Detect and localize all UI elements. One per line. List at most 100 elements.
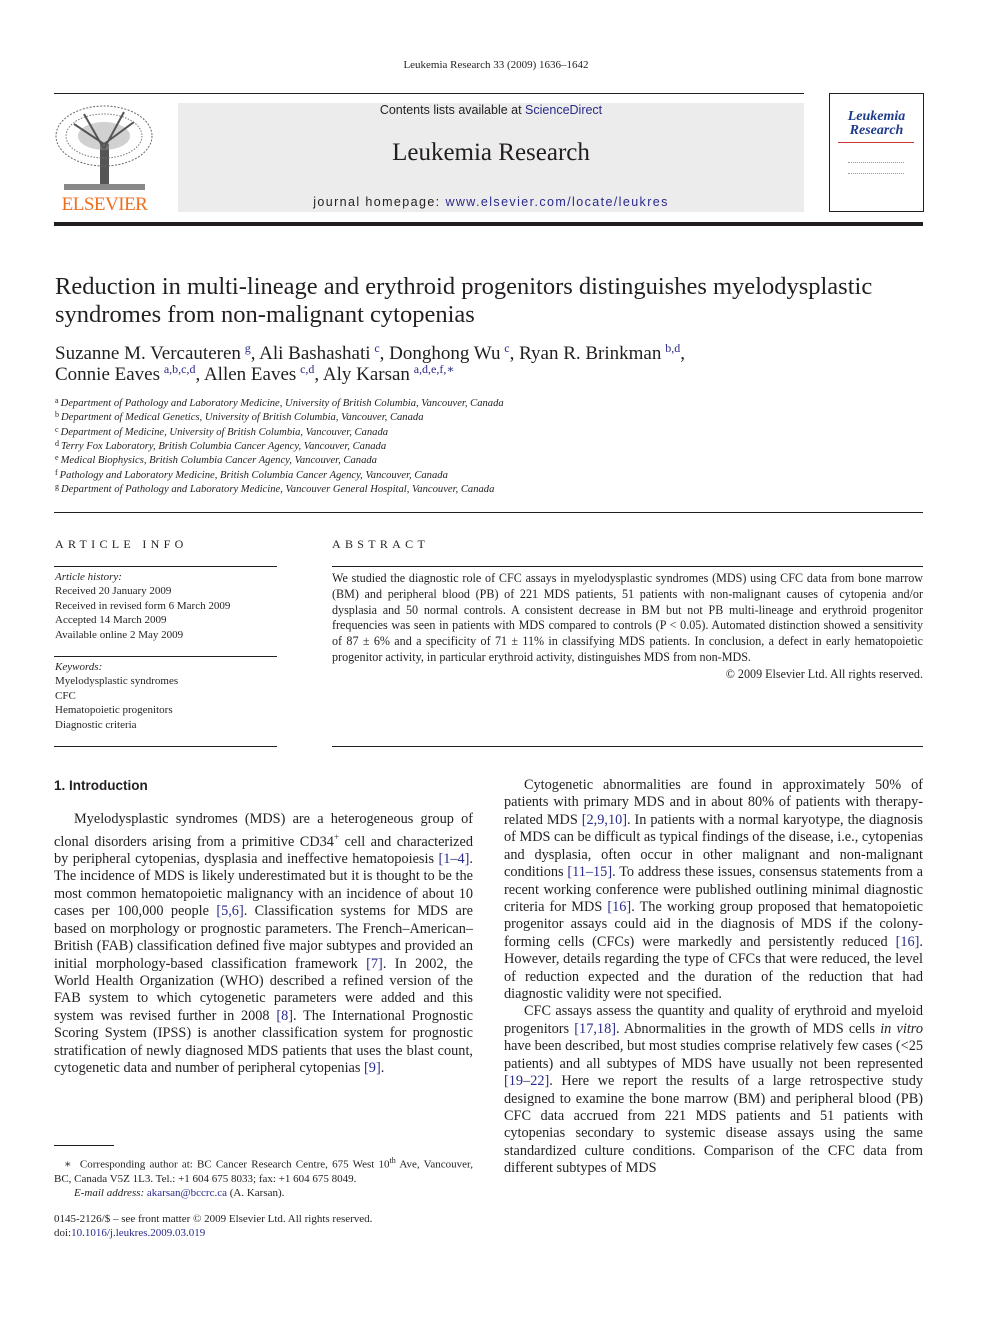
text-run: have been described, but most studies co… xyxy=(504,1038,923,1072)
author-affiliation-marks[interactable]: a,b,c,d xyxy=(164,362,196,376)
abstract-heading: ABSTRACT xyxy=(332,537,430,551)
paragraph: Myelodysplastic syndromes (MDS) are a he… xyxy=(54,811,473,1077)
keywords: Keywords: Myelodysplastic syndromes CFC He… xyxy=(55,660,277,732)
citation-link[interactable]: [9] xyxy=(364,1060,381,1076)
citation-link[interactable]: [16] xyxy=(607,899,631,915)
affiliation: d Terry Fox Laboratory, British Columbia … xyxy=(55,440,755,454)
affiliation: e Medical Biophysics, British Columbia Ca… xyxy=(55,454,755,468)
footnote: ∗ Corresponding author at: BC Cancer Res… xyxy=(54,1154,473,1200)
affiliation-key: b xyxy=(55,410,59,420)
author-separator: , xyxy=(509,343,520,364)
text-run: . Abnormalities in the growth of MDS cel… xyxy=(616,1020,881,1037)
section-heading-introduction: 1. Introduction xyxy=(54,778,148,793)
citation-link[interactable]: [8] xyxy=(276,1008,293,1024)
body-column-left: 1. Introduction Myelodysplastic syndrome… xyxy=(54,777,473,1078)
affiliation-text: Terry Fox Laboratory, British Columbia C… xyxy=(61,441,387,453)
divider xyxy=(54,656,277,657)
affiliation: a Department of Pathology and Laboratory … xyxy=(55,397,755,411)
affiliation-text: Pathology and Laboratory Medicine, Briti… xyxy=(59,469,448,481)
history-item: Accepted 14 March 2009 xyxy=(55,614,167,627)
abstract-text: We studied the diagnostic role of CFC as… xyxy=(332,571,923,664)
author-separator: , xyxy=(314,364,323,385)
author-name[interactable]: Connie Eaves xyxy=(55,364,160,385)
affiliation-text: Department of Medicine, University of Br… xyxy=(60,426,389,438)
doi-label: doi: xyxy=(54,1227,72,1239)
author-separator: , xyxy=(195,364,204,385)
article-history: Article history: Received 20 January 200… xyxy=(55,570,277,642)
homepage-line: journal homepage: www.elsevier.com/locat… xyxy=(178,195,804,209)
author-separator: , xyxy=(680,343,685,364)
doi-link[interactable]: 10.1016/j.leukres.2009.03.019 xyxy=(71,1227,205,1239)
affiliation-text: Medical Biophysics, British Columbia Can… xyxy=(60,455,377,467)
front-matter-text: 0145-2126/$ – see front matter © 2009 El… xyxy=(54,1213,373,1225)
history-item: Received in revised form 6 March 2009 xyxy=(55,599,231,612)
header-rule xyxy=(54,93,804,94)
author-affiliation-marks[interactable]: b,d xyxy=(665,341,680,355)
front-matter: 0145-2126/$ – see front matter © 2009 El… xyxy=(54,1212,504,1240)
author-separator: , xyxy=(379,343,390,364)
running-head: Leukemia Research 33 (2009) 1636–1642 xyxy=(403,59,589,71)
affiliation: f Pathology and Laboratory Medicine, Brit… xyxy=(55,467,755,483)
elsevier-logo: ELSEVIER xyxy=(54,104,155,216)
abstract-copyright: © 2009 Elsevier Ltd. All rights reserved… xyxy=(725,666,923,681)
tree-icon xyxy=(55,105,153,190)
citation-link[interactable]: [11–15] xyxy=(567,864,612,880)
author-list: Suzanne M. Vercauteren g, Ali Bashashati… xyxy=(55,341,915,385)
affiliation-key: a xyxy=(55,396,59,405)
footnote-marker: ∗ xyxy=(64,1158,72,1171)
cover-title: Leukemia Research xyxy=(847,109,906,138)
affiliation-text: Department of Pathology and Laboratory M… xyxy=(60,398,504,409)
text-run: . Here we report the results of a large … xyxy=(504,1073,923,1177)
contents-prefix: Contents lists available at xyxy=(379,103,526,117)
body-column-right: Cytogenetic abnormalities are found in a… xyxy=(504,777,923,1178)
homepage-link[interactable]: www.elsevier.com/locate/leukres xyxy=(445,195,668,209)
citation-link[interactable]: [5,6] xyxy=(216,903,243,919)
email-link[interactable]: akarsan@bccrc.ca xyxy=(147,1187,227,1199)
contents-line: Contents lists available at ScienceDirec… xyxy=(178,103,804,117)
citation-link[interactable]: [1–4] xyxy=(438,851,469,867)
corresponding-author: Corresponding author at: BC Cancer Resea… xyxy=(79,1158,390,1171)
email-label: E-mail address: xyxy=(74,1186,145,1199)
author-name[interactable]: Ali Bashashati xyxy=(259,343,370,364)
keyword: Diagnostic criteria xyxy=(55,718,137,731)
affiliation-text: Department of Medical Genetics, Universi… xyxy=(61,412,424,424)
author-separator: , xyxy=(250,343,260,364)
citation-link[interactable]: [19–22] xyxy=(504,1073,549,1089)
footnote-rule xyxy=(54,1145,114,1146)
affiliation: b Department of Medical Genetics, Univers… xyxy=(55,411,755,425)
history-item: Received 20 January 2009 xyxy=(55,585,172,598)
article-info-heading: ARTICLE INFO xyxy=(55,537,188,551)
journal-title: Leukemia Research xyxy=(392,139,590,166)
affiliation-key: e xyxy=(55,453,59,463)
journal-cover: Leukemia Research xyxy=(829,93,924,212)
keyword: Myelodysplastic syndromes xyxy=(55,675,179,688)
author-name[interactable]: Donghong Wu xyxy=(389,343,500,364)
history-label: Article history: xyxy=(55,571,122,583)
affiliation: g Department of Pathology and Laboratory … xyxy=(55,483,755,497)
keyword: CFC xyxy=(55,689,76,702)
author-name[interactable]: Ryan R. Brinkman xyxy=(519,343,661,364)
keyword: Hematopoietic progenitors xyxy=(55,704,173,717)
abstract: We studied the diagnostic role of CFC as… xyxy=(332,571,923,683)
divider xyxy=(54,566,277,567)
citation-link[interactable]: [2,9,10] xyxy=(582,812,627,828)
email-name: (A. Karsan). xyxy=(226,1186,285,1199)
affiliation-key: f xyxy=(55,467,58,477)
affiliation-key: c xyxy=(55,424,59,434)
author-name[interactable]: Aly Karsan xyxy=(323,364,410,385)
divider xyxy=(332,746,923,747)
italic-text: in vitro xyxy=(880,1020,923,1037)
elsevier-wordmark: ELSEVIER xyxy=(61,194,148,215)
author-affiliation-marks[interactable]: c,d xyxy=(300,362,314,376)
citation-link[interactable]: [16] xyxy=(896,934,920,950)
journal-banner: Contents lists available at ScienceDirec… xyxy=(178,103,804,212)
author-name[interactable]: Allen Eaves xyxy=(204,364,296,385)
author-name[interactable]: Suzanne M. Vercauteren xyxy=(55,343,241,364)
citation-link[interactable]: [7] xyxy=(366,956,383,972)
affiliation: c Department of Medicine, University of B… xyxy=(55,424,755,440)
affiliation-list: a Department of Pathology and Laboratory … xyxy=(55,397,755,497)
affiliation-key: g xyxy=(55,482,59,492)
author-affiliation-marks[interactable]: a,d,e,f,∗ xyxy=(414,362,455,376)
sciencedirect-link[interactable]: ScienceDirect xyxy=(525,103,602,117)
citation-link[interactable]: [17,18] xyxy=(574,1021,616,1037)
